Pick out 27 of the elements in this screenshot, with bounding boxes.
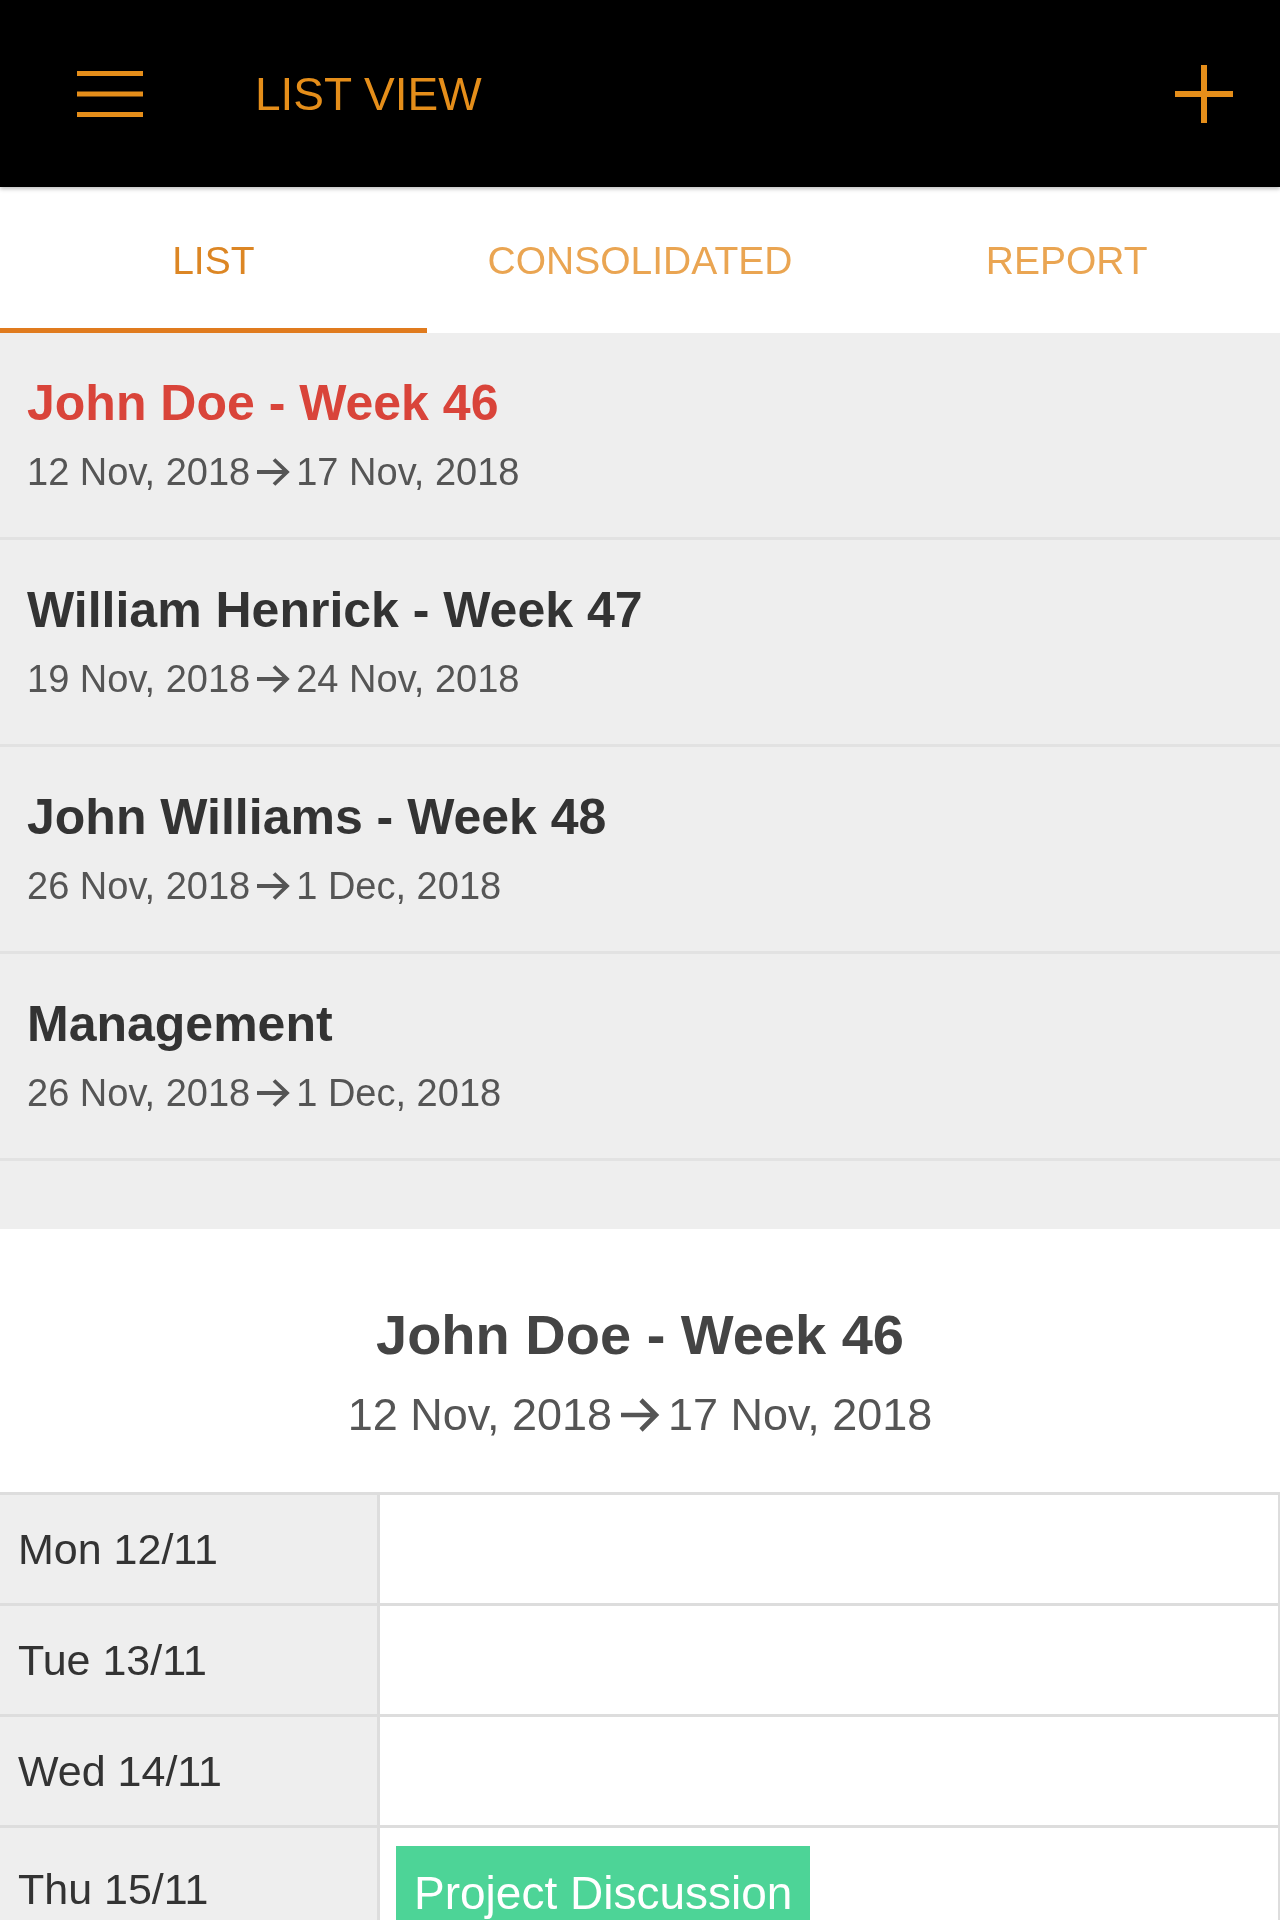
day-cell: Mon 12/11	[0, 1495, 380, 1603]
menu-icon[interactable]	[77, 70, 143, 117]
detail-title: John Doe - Week 46	[376, 1303, 904, 1367]
start-date: 26 Nov, 2018	[27, 864, 251, 908]
item-title: John Williams - Week 48	[27, 789, 607, 845]
arrow-icon	[256, 1078, 291, 1108]
arrow-icon	[620, 1397, 660, 1433]
end-date: 24 Nov, 2018	[296, 657, 520, 701]
day-cell: Tue 13/11	[0, 1606, 380, 1714]
end-date: 17 Nov, 2018	[296, 450, 520, 494]
start-date: 12 Nov, 2018	[27, 450, 251, 494]
arrow-icon	[256, 871, 291, 901]
item-title: Management	[27, 996, 333, 1052]
arrow-icon	[256, 457, 291, 487]
add-icon[interactable]	[1175, 64, 1233, 123]
day-cell: Thu 15/11	[0, 1828, 380, 1920]
end-date: 17 Nov, 2018	[668, 1389, 933, 1441]
start-date: 26 Nov, 2018	[27, 1071, 251, 1115]
app-title: LIST VIEW	[255, 66, 482, 121]
start-date: 12 Nov, 2018	[347, 1389, 612, 1441]
end-date: 1 Dec, 2018	[296, 1071, 502, 1115]
item-title: John Doe - Week 46	[27, 375, 499, 431]
end-date: 1 Dec, 2018	[296, 864, 502, 908]
day-cell: Wed 14/11	[0, 1717, 380, 1825]
start-date: 19 Nov, 2018	[27, 657, 251, 701]
arrow-icon	[256, 664, 291, 694]
item-title: William Henrick - Week 47	[27, 582, 643, 638]
